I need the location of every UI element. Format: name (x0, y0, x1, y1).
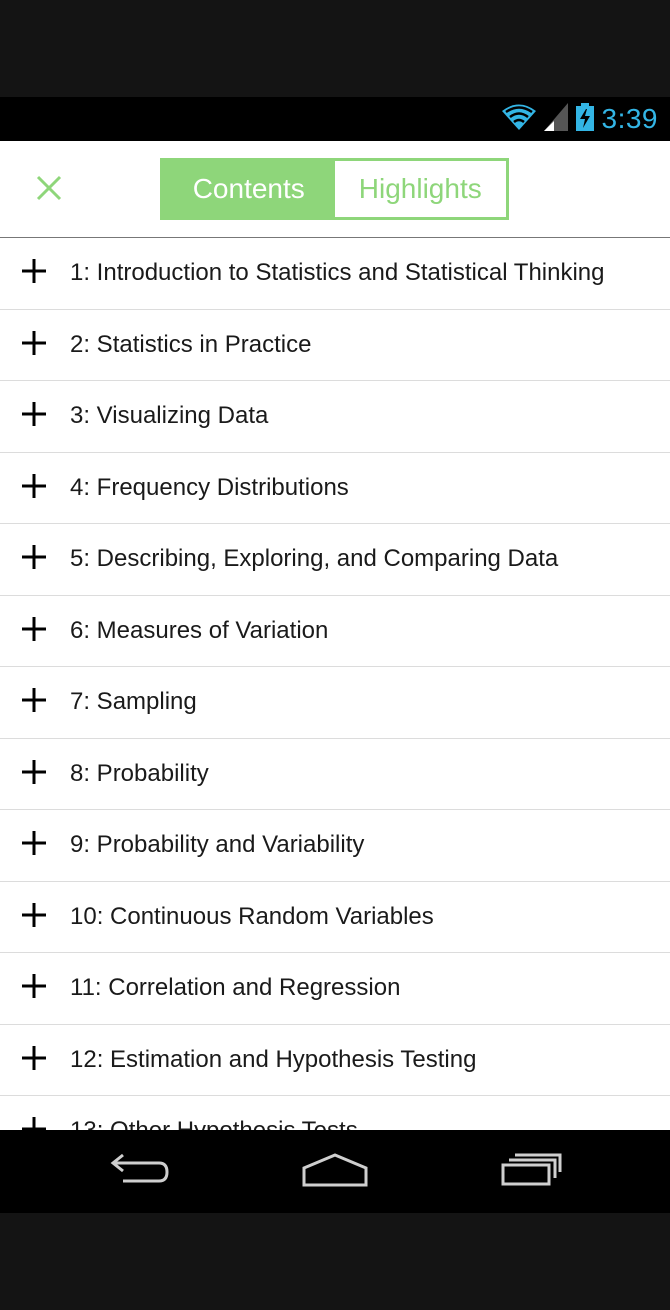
chapter-label: 1: Introduction to Statistics and Statis… (70, 259, 605, 287)
top-letterbox (0, 0, 670, 97)
chapter-row[interactable]: 10: Continuous Random Variables (0, 882, 670, 953)
plus-icon (20, 615, 48, 647)
plus-icon (20, 472, 48, 504)
cell-signal-icon (543, 103, 568, 135)
chapter-row[interactable]: 11: Correlation and Regression (0, 953, 670, 1025)
navigation-bar (0, 1130, 670, 1213)
recent-apps-icon (501, 1153, 563, 1191)
expand-button[interactable] (0, 238, 70, 309)
expand-button[interactable] (0, 1025, 70, 1096)
chapter-label: 9: Probability and Variability (70, 831, 365, 859)
expand-button[interactable] (0, 453, 70, 524)
plus-icon (20, 758, 48, 790)
plus-icon (20, 1044, 48, 1076)
chapter-label: 4: Frequency Distributions (70, 473, 349, 501)
close-button[interactable] (26, 171, 72, 209)
expand-button[interactable] (0, 882, 70, 953)
chapter-label: 6: Measures of Variation (70, 616, 329, 644)
chapter-label: 12: Estimation and Hypothesis Testing (70, 1045, 477, 1073)
back-icon (109, 1153, 171, 1191)
chapter-row[interactable]: 4: Frequency Distributions (0, 453, 670, 524)
status-clock: 3:39 (601, 103, 658, 134)
plus-icon (20, 901, 48, 933)
chapter-list: 1: Introduction to Statistics and Statis… (0, 238, 670, 1130)
expand-button[interactable] (0, 810, 70, 881)
plus-icon (20, 329, 48, 361)
chapter-row[interactable]: 8: Probability (0, 739, 670, 810)
expand-button[interactable] (0, 524, 70, 595)
chapter-row[interactable]: 2: Statistics in Practice (0, 310, 670, 381)
chapter-label: 7: Sampling (70, 688, 197, 716)
chapter-row[interactable]: 13: Other Hypothesis Tests (0, 1096, 670, 1130)
tab-switcher: Contents Highlights (160, 158, 509, 220)
chapter-row[interactable]: 3: Visualizing Data (0, 381, 670, 453)
battery-charging-icon (575, 103, 594, 135)
expand-button[interactable] (0, 953, 70, 1024)
status-bar: 3:39 (0, 97, 670, 141)
tab-highlights[interactable]: Highlights (334, 161, 506, 217)
expand-button[interactable] (0, 667, 70, 738)
plus-icon (20, 972, 48, 1004)
plus-icon (20, 829, 48, 861)
plus-icon (20, 686, 48, 718)
contents-screen: Contents Highlights 1: Introduction to S… (0, 141, 670, 1130)
chapter-label: 10: Continuous Random Variables (70, 902, 434, 930)
plus-icon (20, 543, 48, 575)
expand-button[interactable] (0, 381, 70, 452)
home-button[interactable] (275, 1130, 395, 1213)
plus-icon (20, 257, 48, 289)
recent-apps-button[interactable] (472, 1130, 592, 1213)
chapter-label: 8: Probability (70, 759, 209, 787)
bottom-letterbox (0, 1213, 670, 1310)
plus-icon (20, 1115, 48, 1130)
expand-button[interactable] (0, 310, 70, 381)
chapter-row[interactable]: 9: Probability and Variability (0, 810, 670, 882)
expand-button[interactable] (0, 739, 70, 810)
tab-contents[interactable]: Contents (163, 161, 335, 217)
chapter-row[interactable]: 5: Describing, Exploring, and Comparing … (0, 524, 670, 596)
back-button[interactable] (80, 1130, 200, 1213)
expand-button[interactable] (0, 596, 70, 667)
wifi-icon (501, 104, 536, 134)
chapter-label: 3: Visualizing Data (70, 402, 269, 430)
chapter-label: 2: Statistics in Practice (70, 330, 312, 358)
home-icon (302, 1152, 368, 1192)
chapter-label: 11: Correlation and Regression (70, 974, 401, 1002)
chapter-row[interactable]: 1: Introduction to Statistics and Statis… (0, 238, 670, 310)
chapter-label: 5: Describing, Exploring, and Comparing … (70, 545, 559, 573)
chapter-label: 13: Other Hypothesis Tests (70, 1117, 358, 1130)
close-icon (36, 175, 62, 205)
plus-icon (20, 400, 48, 432)
chapter-row[interactable]: 7: Sampling (0, 667, 670, 739)
toolbar: Contents Highlights (0, 141, 670, 238)
chapter-row[interactable]: 6: Measures of Variation (0, 596, 670, 667)
expand-button[interactable] (0, 1096, 70, 1130)
chapter-row[interactable]: 12: Estimation and Hypothesis Testing (0, 1025, 670, 1096)
